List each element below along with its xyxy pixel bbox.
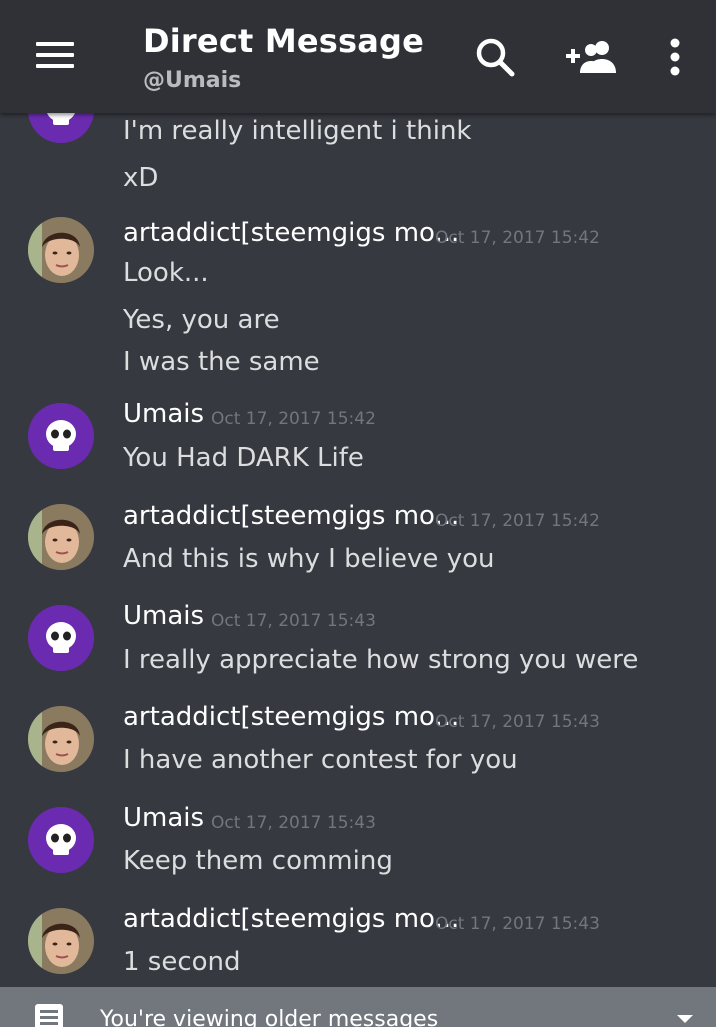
photo-avatar-icon <box>28 706 94 772</box>
message-text: Yes, you are <box>123 305 280 335</box>
timestamp: Oct 17, 2017 15:43 <box>211 611 376 631</box>
avatar[interactable] <box>28 217 94 283</box>
author-name[interactable]: artaddict[steemgigs mo... <box>123 218 459 248</box>
top-app-bar: Direct Message @Umais <box>0 0 716 113</box>
timestamp: Oct 17, 2017 15:43 <box>435 712 600 732</box>
timestamp: Oct 17, 2017 15:42 <box>211 409 376 429</box>
author-name[interactable]: artaddict[steemgigs mo... <box>123 501 459 531</box>
message-text: Keep them comming <box>123 846 393 876</box>
avatar[interactable] <box>28 504 94 570</box>
message-list[interactable]: I'm really intelligent i think xD artadd… <box>0 113 716 987</box>
timestamp: Oct 17, 2017 15:42 <box>435 511 600 531</box>
message-text: I really appreciate how strong you were <box>123 645 639 675</box>
message-text: Look... <box>123 258 209 288</box>
more-options-icon[interactable] <box>664 37 686 77</box>
avatar[interactable] <box>28 605 94 671</box>
message-text: I'm really intelligent i think <box>123 116 472 146</box>
photo-avatar-icon <box>28 217 94 283</box>
author-name[interactable]: Umais <box>123 803 204 833</box>
timestamp: Oct 17, 2017 15:43 <box>435 914 600 934</box>
message-text: I have another contest for you <box>123 745 518 775</box>
skull-avatar-icon <box>28 113 94 143</box>
avatar[interactable] <box>28 908 94 974</box>
menu-icon[interactable] <box>36 40 74 70</box>
page-title: Direct Message <box>143 22 425 60</box>
photo-avatar-icon <box>28 504 94 570</box>
chevron-down-icon[interactable] <box>677 1015 693 1023</box>
author-name[interactable]: artaddict[steemgigs mo... <box>123 904 459 934</box>
message-text: xD <box>123 163 159 193</box>
message-text: And this is why I believe you <box>123 544 495 574</box>
timestamp: Oct 17, 2017 15:42 <box>435 228 600 248</box>
recipient-handle: @Umais <box>143 68 242 93</box>
avatar[interactable] <box>28 807 94 873</box>
photo-avatar-icon <box>28 908 94 974</box>
avatar[interactable] <box>28 113 94 143</box>
avatar[interactable] <box>28 403 94 469</box>
message-text: I was the same <box>123 347 320 377</box>
older-messages-banner[interactable]: You're viewing older messages <box>0 987 716 1027</box>
author-name[interactable]: artaddict[steemgigs mo... <box>123 702 459 732</box>
message-text: You Had DARK Life <box>123 443 364 473</box>
message-text: 1 second <box>123 947 241 977</box>
message-icon <box>35 1004 63 1027</box>
skull-avatar-icon <box>28 605 94 671</box>
author-name[interactable]: Umais <box>123 601 204 631</box>
search-icon[interactable] <box>474 36 516 78</box>
avatar[interactable] <box>28 706 94 772</box>
banner-text: You're viewing older messages <box>100 1007 439 1027</box>
timestamp: Oct 17, 2017 15:43 <box>211 813 376 833</box>
skull-avatar-icon <box>28 807 94 873</box>
skull-avatar-icon <box>28 403 94 469</box>
add-friend-icon[interactable] <box>565 37 617 77</box>
author-name[interactable]: Umais <box>123 399 204 429</box>
